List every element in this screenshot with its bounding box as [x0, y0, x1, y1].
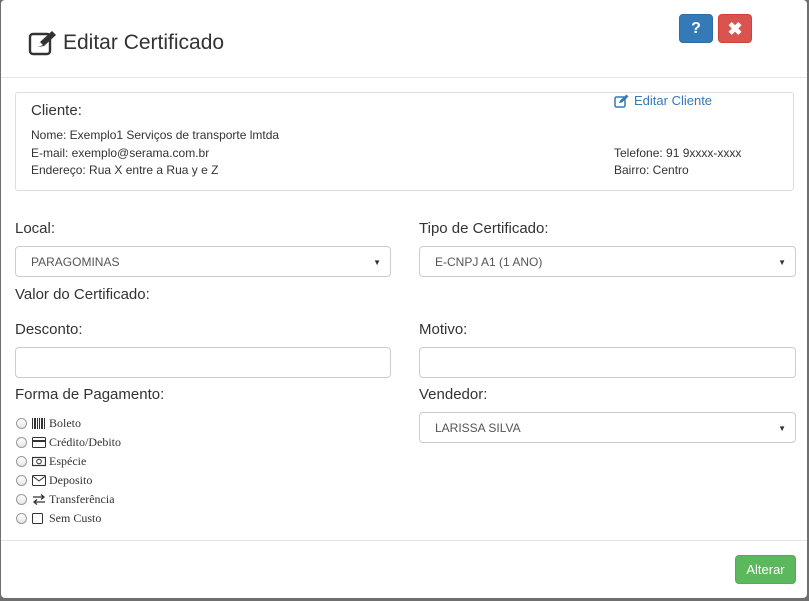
edit-client-label: Editar Cliente [634, 93, 713, 108]
client-district: Bairro: Centro [614, 163, 689, 177]
vendedor-value: LARISSA SILVA [435, 421, 521, 435]
payment-label: Transferência [49, 492, 115, 506]
desconto-input[interactable] [15, 347, 391, 378]
barcode-icon [32, 418, 46, 429]
payment-option-boleto[interactable]: Boleto [16, 414, 121, 433]
payment-option-sem-custo[interactable]: Sem Custo [16, 509, 121, 528]
caret-down-icon: ▼ [778, 258, 786, 267]
local-value: PARAGOMINAS [31, 255, 120, 269]
client-name: Nome: Exemplo1 Serviços de transporte lm… [31, 128, 280, 142]
edit-icon [28, 31, 56, 56]
client-email: E-mail: exemplo@serama.com.br [31, 146, 210, 160]
caret-down-icon: ▼ [373, 258, 381, 267]
alterar-button[interactable]: Alterar [735, 555, 796, 584]
edit-icon [614, 94, 629, 108]
envelope-icon [32, 475, 46, 486]
payment-option-especie[interactable]: Espécie [16, 452, 121, 471]
edit-certificate-modal: Editar Certificado ? ✖ Cliente: Editar C… [1, 0, 807, 598]
caret-down-icon: ▼ [778, 424, 786, 433]
radio-button[interactable] [16, 418, 27, 429]
modal-header: Editar Certificado ? ✖ [1, 0, 807, 78]
client-info-panel: Cliente: Editar Cliente Nome: Exemplo1 S… [15, 92, 794, 191]
local-label: Local: [15, 220, 56, 237]
edit-client-link[interactable]: Editar Cliente [614, 93, 712, 108]
payment-label: Boleto [49, 416, 81, 430]
credit-card-icon [32, 437, 46, 448]
exchange-icon [32, 494, 46, 505]
client-address: Endereço: Rua X entre a Rua y e Z [31, 163, 219, 177]
vendedor-label: Vendedor: [419, 386, 488, 403]
help-button[interactable]: ? [679, 14, 713, 43]
tipo-value: E-CNPJ A1 (1 ANO) [435, 255, 543, 269]
local-select[interactable]: PARAGOMINAS ▼ [15, 246, 391, 277]
payment-options: Boleto Crédito/Debito Espécie Deposito T… [16, 414, 121, 528]
tipo-label: Tipo de Certificado: [419, 220, 549, 237]
motivo-label: Motivo: [419, 321, 468, 338]
motivo-input[interactable] [419, 347, 796, 378]
square-icon [32, 513, 46, 524]
payment-option-transferencia[interactable]: Transferência [16, 490, 121, 509]
desconto-label: Desconto: [15, 321, 83, 338]
vendedor-select[interactable]: LARISSA SILVA ▼ [419, 412, 796, 443]
radio-button[interactable] [16, 494, 27, 505]
money-icon [32, 456, 46, 467]
tipo-certificado-select[interactable]: E-CNPJ A1 (1 ANO) ▼ [419, 246, 796, 277]
payment-option-deposito[interactable]: Deposito [16, 471, 121, 490]
payment-label: Sem Custo [49, 511, 102, 525]
client-heading: Cliente: [31, 102, 82, 119]
radio-button[interactable] [16, 456, 27, 467]
client-phone: Telefone: 91 9xxxx-xxxx [614, 146, 742, 160]
payment-label: Espécie [49, 454, 87, 468]
payment-label: Crédito/Debito [49, 435, 121, 449]
close-button[interactable]: ✖ [718, 14, 752, 43]
pagamento-label: Forma de Pagamento: [15, 386, 165, 403]
radio-button[interactable] [16, 513, 27, 524]
radio-button[interactable] [16, 475, 27, 486]
payment-label: Deposito [49, 473, 93, 487]
modal-title: Editar Certificado [63, 31, 225, 54]
modal-footer: Alterar [1, 540, 807, 598]
valor-label: Valor do Certificado: [15, 286, 150, 303]
payment-option-credito[interactable]: Crédito/Debito [16, 433, 121, 452]
radio-button[interactable] [16, 437, 27, 448]
